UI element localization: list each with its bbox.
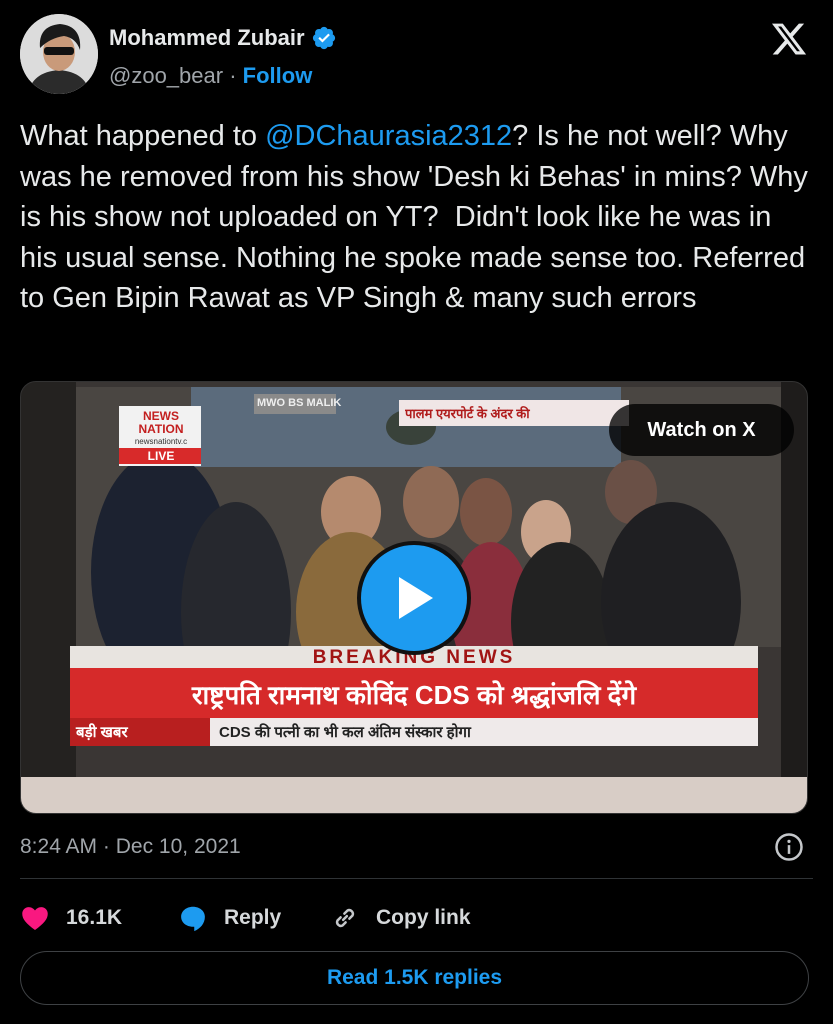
watch-on-x-button[interactable]: Watch on X <box>609 404 794 456</box>
like-button[interactable]: 16.1K <box>20 898 122 938</box>
tv-logo-line2: NATION <box>138 422 184 436</box>
tv-site: newsnationtv.c <box>134 437 188 446</box>
tweet-header: Mohammed Zubair @zoo_bear · Follow <box>20 14 813 98</box>
tv-ticker-label: बड़ी खबर <box>76 724 128 741</box>
copy-link-label: Copy link <box>376 906 471 929</box>
action-bar: 16.1K Reply Copy link <box>20 898 813 938</box>
tweet-timestamp[interactable]: 8:24 AM · Dec 10, 2021 <box>20 835 241 859</box>
tv-ticker-text: CDS की पत्नी का भी कल अंतिम संस्कार होगा <box>219 724 471 741</box>
verified-badge-icon <box>312 26 335 50</box>
tweet-text: What happened to @DChaurasia2312? Is he … <box>20 116 810 319</box>
tweet-text-part: What happened to <box>20 120 266 152</box>
reply-bubble-icon <box>181 906 205 932</box>
tv-logo-line1: NEWS <box>143 409 179 423</box>
tv-live-label: LIVE <box>147 449 175 463</box>
avatar[interactable] <box>20 14 98 94</box>
tv-top-caption: पालम एयरपोर्ट के अंदर की <box>405 406 530 421</box>
tv-top-tag: MWO BS MALIK <box>257 397 342 409</box>
handle-row: @zoo_bear · Follow <box>109 63 312 89</box>
info-icon[interactable] <box>774 832 804 862</box>
reply-label: Reply <box>224 906 282 929</box>
mention-link[interactable]: @DChaurasia2312 <box>265 120 512 152</box>
heart-icon <box>22 907 48 930</box>
link-icon <box>335 908 355 928</box>
timestamp-separator: · <box>102 835 110 858</box>
follow-button[interactable]: Follow <box>243 63 313 88</box>
like-count: 16.1K <box>66 906 123 929</box>
divider <box>20 878 813 879</box>
play-icon <box>399 577 433 619</box>
tweet-time: 8:24 AM <box>20 835 98 858</box>
read-replies-button[interactable]: Read 1.5K replies <box>20 951 809 1005</box>
display-name[interactable]: Mohammed Zubair <box>109 25 305 51</box>
handle-separator: · <box>229 63 237 88</box>
name-row: Mohammed Zubair <box>109 25 337 51</box>
x-logo-icon[interactable] <box>769 20 809 58</box>
tweet-date: Dec 10, 2021 <box>115 835 241 858</box>
copy-link-button[interactable]: Copy link <box>330 898 471 938</box>
play-button[interactable] <box>357 541 471 655</box>
reply-button[interactable]: Reply <box>178 898 281 938</box>
handle[interactable]: @zoo_bear <box>109 63 223 88</box>
tv-headline: राष्ट्रपति रामनाथ कोविंद CDS को श्रद्धां… <box>191 680 637 710</box>
